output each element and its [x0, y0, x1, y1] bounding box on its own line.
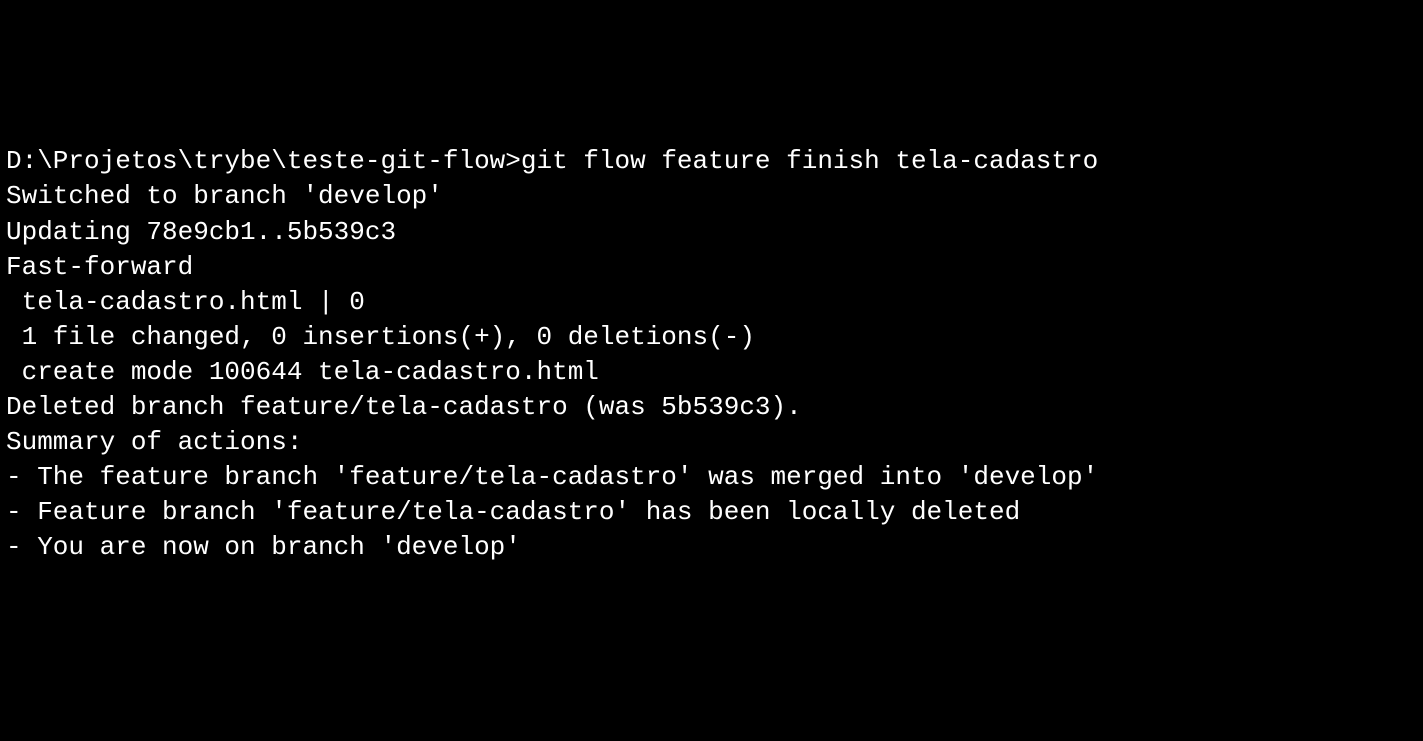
terminal-prompt: D:\Projetos\trybe\teste-git-flow> — [6, 146, 521, 176]
terminal-output-line: tela-cadastro.html | 0 — [6, 285, 1417, 320]
terminal-output-line: - You are now on branch 'develop' — [6, 530, 1417, 565]
terminal-output-line: Summary of actions: — [6, 425, 1417, 460]
terminal-output-line: Switched to branch 'develop' — [6, 179, 1417, 214]
terminal-output-line: - The feature branch 'feature/tela-cadas… — [6, 460, 1417, 495]
terminal-output-line: Updating 78e9cb1..5b539c3 — [6, 215, 1417, 250]
terminal-output-line: Fast-forward — [6, 250, 1417, 285]
terminal-output-line: Deleted branch feature/tela-cadastro (wa… — [6, 390, 1417, 425]
terminal-output-line: 1 file changed, 0 insertions(+), 0 delet… — [6, 320, 1417, 355]
terminal-output-line: create mode 100644 tela-cadastro.html — [6, 355, 1417, 390]
terminal-output-line: - Feature branch 'feature/tela-cadastro'… — [6, 495, 1417, 530]
terminal-prompt-line[interactable]: D:\Projetos\trybe\teste-git-flow>git flo… — [6, 144, 1417, 179]
terminal-command: git flow feature finish tela-cadastro — [521, 146, 1098, 176]
